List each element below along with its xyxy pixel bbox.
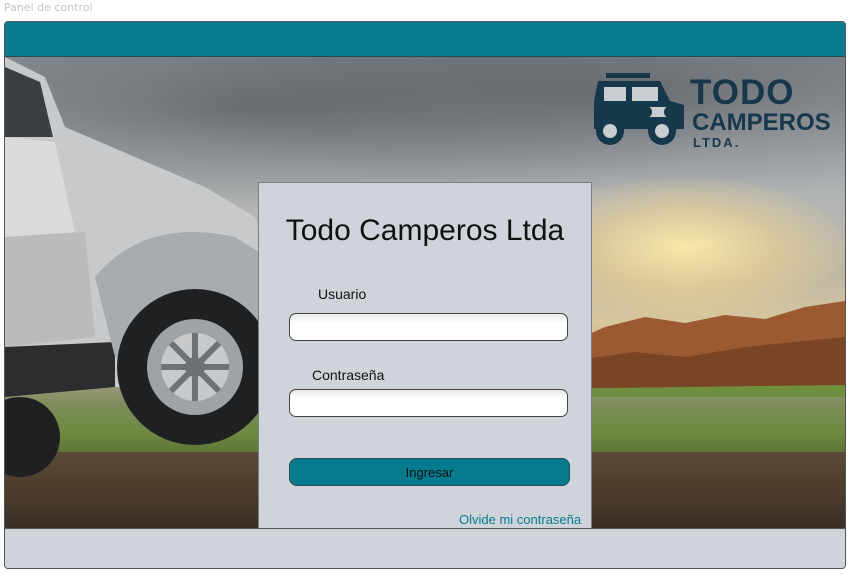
brand-logo: TODO CAMPEROS LTDA.	[590, 71, 835, 150]
username-input[interactable]	[289, 313, 568, 341]
password-input[interactable]	[289, 389, 568, 417]
hero-background: TODO CAMPEROS LTDA. Todo Camperos Ltda U…	[5, 57, 845, 528]
login-button[interactable]: Ingresar	[289, 458, 570, 486]
jeep-wrench-icon	[594, 73, 684, 145]
footer-bar	[5, 528, 845, 568]
forgot-password-link[interactable]: Olvide mi contraseña	[459, 512, 581, 527]
app-frame: TODO CAMPEROS LTDA. Todo Camperos Ltda U…	[4, 21, 846, 569]
login-title: Todo Camperos Ltda	[285, 214, 565, 247]
logo-line-1: TODO	[690, 73, 795, 112]
username-label: Usuario	[318, 286, 367, 302]
logo-line-3: LTDA.	[693, 135, 741, 150]
car-image	[5, 57, 273, 477]
top-bar	[5, 22, 845, 57]
page-label: Panel de control	[4, 1, 93, 14]
logo-line-2: CAMPEROS	[692, 109, 831, 136]
login-panel: Todo Camperos Ltda Usuario Contraseña In…	[258, 182, 592, 528]
password-label: Contraseña	[312, 367, 385, 383]
